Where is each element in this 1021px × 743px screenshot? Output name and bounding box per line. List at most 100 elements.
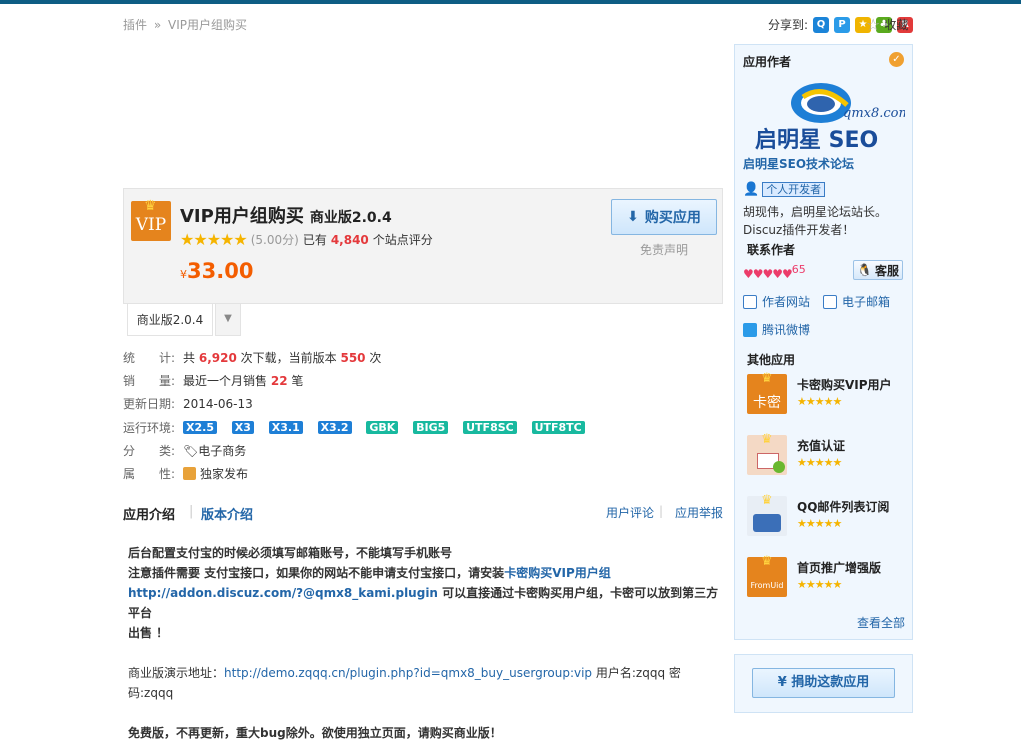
stats-mid: 次下载，当前版本 xyxy=(240,351,337,366)
tab-app-intro[interactable]: 应用介绍 xyxy=(123,504,175,523)
env-badge: X3.1 xyxy=(268,421,303,435)
qzone-icon[interactable]: P xyxy=(834,16,850,33)
meta-key: 分 类: xyxy=(123,443,176,458)
crown-icon: ♛ xyxy=(761,493,773,508)
app-title: VIP用户组购买 商业版2.0.4 xyxy=(180,202,392,228)
stats-downloads: 6,920 xyxy=(198,351,237,366)
buy-app-button[interactable]: ⬇ 购买应用 xyxy=(611,199,717,235)
other-app-item[interactable]: ♛ 卡密 卡密购买VIP用户 ★★★★★ xyxy=(747,371,907,418)
env-badge: X3.2 xyxy=(317,421,352,435)
logo-text: 启明星 SEO xyxy=(755,127,878,153)
customer-service-button[interactable]: 🐧 客服 xyxy=(853,260,903,280)
person-icon: 👤 xyxy=(743,182,760,197)
demo-url-link[interactable]: http://demo.zqqq.cn/plugin.php?id=qmx8_b… xyxy=(224,666,592,680)
author-sidebar: 应用作者 ✓ qmx8.com 启明星 SEO 启明星SEO技术论坛 👤 个人开… xyxy=(734,44,913,640)
donate-button[interactable]: ¥ 捐助这款应用 xyxy=(752,668,895,698)
env-badge: GBK xyxy=(366,421,399,435)
other-app-icon: ♛ xyxy=(747,493,787,536)
star-icon: ☆ xyxy=(866,14,881,34)
tab-separator: | xyxy=(659,504,664,518)
other-app-name: 卡密购买VIP用户 xyxy=(797,378,892,392)
env-badge: UTF8TC xyxy=(531,421,585,435)
other-app-icon: ♛ xyxy=(747,432,787,475)
meta-sales: 销 量: 最近一个月销售 22 笔 xyxy=(123,369,596,392)
tag-icon: 🏷 xyxy=(183,443,199,458)
other-app-icon-text: FromUid xyxy=(750,581,784,590)
other-app-item[interactable]: ♛ 充值认证 ★★★★★ xyxy=(747,432,907,479)
donate-box: ¥ 捐助这款应用 xyxy=(734,654,913,713)
app-edition: 商业版2.0.4 xyxy=(309,210,392,226)
addon-url-link[interactable]: http://addon.discuz.com/?@qmx8_kami.plug… xyxy=(128,586,438,600)
attribute-label: 独家发布 xyxy=(200,467,249,482)
favorite-button[interactable]: ☆ 收藏 xyxy=(866,16,908,33)
category-label: 电子商务 xyxy=(198,443,247,458)
rating-prefix: 已有 xyxy=(302,233,327,247)
crown-icon: ♛ xyxy=(144,198,157,214)
rating-stars-icon: ★★★★★ xyxy=(180,230,248,249)
verified-icon: ✓ xyxy=(889,52,904,67)
report-app-link[interactable]: 应用举报 xyxy=(675,504,723,521)
version-dropdown-button[interactable]: ▼ xyxy=(215,304,241,336)
env-badge: BIG5 xyxy=(413,421,449,435)
rating-score: (5.00分) xyxy=(250,233,299,247)
author-site-name[interactable]: 启明星SEO技术论坛 xyxy=(743,155,854,172)
qq-penguin-icon: 🐧 xyxy=(857,263,872,277)
demo-label: 商业版演示地址： xyxy=(128,666,225,680)
sales-count: 22 xyxy=(270,374,288,389)
customer-service-label: 客服 xyxy=(874,263,899,278)
buy-app-label: 购买应用 xyxy=(644,210,701,226)
rating-stars-icon: ★★★★★ xyxy=(797,395,842,408)
app-icon: ♛ VIP xyxy=(131,198,171,241)
app-description: 后台配置支付宝的时候必须填写邮箱账号，不能填写手机账号 注意插件需要 支付宝接口… xyxy=(128,543,723,743)
heart-icon: ♥♥♥♥♥ xyxy=(743,267,793,281)
other-app-name: 首页推广增强版 xyxy=(797,561,882,575)
author-bio: 胡现伟，启明星论坛站长。Discuz插件开发者！ xyxy=(743,205,888,237)
favorite-label: 收藏 xyxy=(884,18,909,32)
disclaimer-link[interactable]: 免责声明 xyxy=(640,241,688,258)
chevron-down-icon: ▼ xyxy=(224,313,232,324)
category-link[interactable]: 🏷电子商务 xyxy=(183,442,246,459)
exclusive-icon xyxy=(183,467,196,481)
author-website-label: 作者网站 xyxy=(762,295,811,309)
kami-plugin-link[interactable]: 卡密购买VIP用户组 xyxy=(504,566,611,580)
tencent-weibo-link[interactable]: 腾讯微博 xyxy=(743,321,810,338)
version-tab[interactable]: 商业版2.0.4 xyxy=(127,304,213,336)
meta-value: 最近一个月销售 22 笔 xyxy=(183,372,303,389)
download-icon: ⬇ xyxy=(627,209,639,225)
meta-value: 2014-06-13 xyxy=(183,396,253,411)
rating-stars-icon: ★★★★★ xyxy=(797,578,842,591)
meta-key: 销 量: xyxy=(123,374,176,389)
view-all-link[interactable]: 查看全部 xyxy=(857,614,905,631)
other-app-icon: ♛ 卡密 xyxy=(747,371,787,414)
tab-version-intro[interactable]: 版本介绍 xyxy=(201,504,253,523)
meta-env: 运行环境: X2.5 X3 X3.1 X3.2 GBK BIG5 UTF8SC … xyxy=(123,416,596,439)
other-app-item[interactable]: ♛ FromUid 首页推广增强版 ★★★★★ xyxy=(747,554,907,601)
qq-icon[interactable]: Q xyxy=(813,16,829,33)
rating-stars-icon: ★★★★★ xyxy=(797,456,842,469)
author-logo[interactable]: qmx8.com 启明星 SEO xyxy=(743,79,911,153)
breadcrumb: 插件 » VIP用户组购买 xyxy=(123,16,250,33)
stats-current: 550 xyxy=(340,351,366,366)
logo-url: qmx8.com xyxy=(843,106,905,121)
other-app-item[interactable]: ♛ QQ邮件列表订阅 ★★★★★ xyxy=(747,493,907,540)
tab-separator: | xyxy=(189,504,194,519)
meta-category: 分 类: 🏷电子商务 xyxy=(123,439,596,462)
mail-icon xyxy=(823,294,837,309)
contact-title: 联系作者 xyxy=(747,243,796,257)
rating-stars-icon: ★★★★★ xyxy=(797,517,842,530)
other-apps-title: 其他应用 xyxy=(747,353,796,367)
crown-icon: ♛ xyxy=(761,371,773,386)
author-website-link[interactable]: 作者网站 xyxy=(743,293,810,310)
desc-line: 出售 ！ xyxy=(128,626,169,640)
user-reviews-link[interactable]: 用户评论 xyxy=(606,504,654,521)
price-value: 33.00 xyxy=(187,259,254,283)
breadcrumb-current[interactable]: VIP用户组购买 xyxy=(168,18,247,32)
free-version-note: 免费版，不再更新，重大bug除外。欲使用独立页面，请购买商业版！ xyxy=(128,726,502,740)
sidebar-title: 应用作者 xyxy=(743,55,792,69)
author-email-link[interactable]: 电子邮箱 xyxy=(823,293,890,310)
share-label: 分享到: xyxy=(767,18,808,32)
hearts-rating: ♥♥♥♥♥65 xyxy=(743,263,806,281)
crown-icon: ♛ xyxy=(761,432,773,447)
app-summary-box: ♛ VIP VIP用户组购买 商业版2.0.4 ★★★★★ (5.00分) 已有 … xyxy=(123,188,723,304)
breadcrumb-home[interactable]: 插件 xyxy=(123,18,147,32)
